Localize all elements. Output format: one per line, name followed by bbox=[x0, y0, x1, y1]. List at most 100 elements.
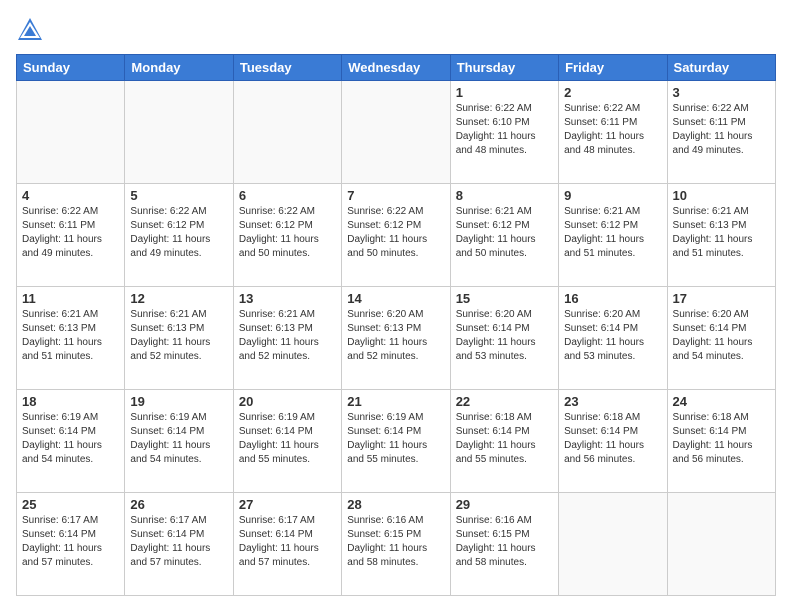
calendar-cell: 1 Sunrise: 6:22 AM Sunset: 6:10 PM Daylig… bbox=[450, 81, 558, 184]
day-number: 13 bbox=[239, 291, 336, 306]
day-header-tuesday: Tuesday bbox=[233, 55, 341, 81]
logo-icon bbox=[16, 16, 44, 44]
calendar-cell: 29Sunrise: 6:16 AM Sunset: 6:15 PM Dayli… bbox=[450, 493, 558, 596]
calendar-cell: 22 Sunrise: 6:18 AM Sunset: 6:14 PM Dayli… bbox=[450, 390, 558, 493]
day-header-friday: Friday bbox=[559, 55, 667, 81]
day-number: 29 bbox=[456, 497, 553, 512]
calendar-cell bbox=[125, 81, 233, 184]
calendar-cell: 13 Sunrise: 6:21 AM Sunset: 6:13 PM Dayli… bbox=[233, 287, 341, 390]
day-content: Sunrise: 6:17 AM Sunset: 6:14 PM Dayligh… bbox=[22, 514, 119, 570]
day-content: Sunrise: 6:22 AM Sunset: 6:11 PM Dayligh… bbox=[564, 102, 661, 158]
calendar-week-4: 18 Sunrise: 6:19 AM Sunset: 6:14 PM Dayli… bbox=[17, 390, 776, 493]
day-content: Sunrise: 6:19 AM Sunset: 6:14 PM Dayligh… bbox=[22, 411, 119, 467]
calendar-header: SundayMondayTuesdayWednesdayThursdayFrid… bbox=[17, 55, 776, 81]
day-number: 7 bbox=[347, 188, 444, 203]
day-number: 16 bbox=[564, 291, 661, 306]
day-content: Sunrise: 6:20 AM Sunset: 6:13 PM Dayligh… bbox=[347, 308, 444, 364]
calendar-cell: 5 Sunrise: 6:22 AM Sunset: 6:12 PM Daylig… bbox=[125, 184, 233, 287]
calendar-cell: 15 Sunrise: 6:20 AM Sunset: 6:14 PM Dayli… bbox=[450, 287, 558, 390]
day-number: 14 bbox=[347, 291, 444, 306]
calendar-cell: 25 Sunrise: 6:17 AM Sunset: 6:14 PM Dayli… bbox=[17, 493, 125, 596]
day-number: 20 bbox=[239, 394, 336, 409]
calendar-cell: 3 Sunrise: 6:22 AM Sunset: 6:11 PM Daylig… bbox=[667, 81, 775, 184]
day-header-thursday: Thursday bbox=[450, 55, 558, 81]
day-number: 2 bbox=[564, 85, 661, 100]
calendar-cell: 21 Sunrise: 6:19 AM Sunset: 6:14 PM Dayli… bbox=[342, 390, 450, 493]
day-content: Sunrise: 6:16 AM Sunset: 6:15 PM Dayligh… bbox=[347, 514, 444, 570]
calendar-body: 1 Sunrise: 6:22 AM Sunset: 6:10 PM Daylig… bbox=[17, 81, 776, 596]
day-number: 3 bbox=[673, 85, 770, 100]
day-number: 8 bbox=[456, 188, 553, 203]
calendar-cell: 6Sunrise: 6:22 AM Sunset: 6:12 PM Daylig… bbox=[233, 184, 341, 287]
day-content: Sunrise: 6:21 AM Sunset: 6:13 PM Dayligh… bbox=[22, 308, 119, 364]
calendar-cell: 2 Sunrise: 6:22 AM Sunset: 6:11 PM Daylig… bbox=[559, 81, 667, 184]
calendar-cell: 14 Sunrise: 6:20 AM Sunset: 6:13 PM Dayli… bbox=[342, 287, 450, 390]
logo bbox=[16, 16, 48, 44]
day-content: Sunrise: 6:22 AM Sunset: 6:12 PM Dayligh… bbox=[347, 205, 444, 261]
day-header-saturday: Saturday bbox=[667, 55, 775, 81]
day-number: 17 bbox=[673, 291, 770, 306]
day-header-sunday: Sunday bbox=[17, 55, 125, 81]
calendar-week-3: 11 Sunrise: 6:21 AM Sunset: 6:13 PM Dayli… bbox=[17, 287, 776, 390]
day-content: Sunrise: 6:21 AM Sunset: 6:12 PM Dayligh… bbox=[456, 205, 553, 261]
day-content: Sunrise: 6:20 AM Sunset: 6:14 PM Dayligh… bbox=[564, 308, 661, 364]
day-content: Sunrise: 6:18 AM Sunset: 6:14 PM Dayligh… bbox=[456, 411, 553, 467]
calendar-cell: 16 Sunrise: 6:20 AM Sunset: 6:14 PM Dayli… bbox=[559, 287, 667, 390]
day-number: 6 bbox=[239, 188, 336, 203]
day-number: 5 bbox=[130, 188, 227, 203]
calendar-week-5: 25 Sunrise: 6:17 AM Sunset: 6:14 PM Dayli… bbox=[17, 493, 776, 596]
calendar-cell: 24 Sunrise: 6:18 AM Sunset: 6:14 PM Dayli… bbox=[667, 390, 775, 493]
day-content: Sunrise: 6:17 AM Sunset: 6:14 PM Dayligh… bbox=[130, 514, 227, 570]
day-number: 27 bbox=[239, 497, 336, 512]
day-content: Sunrise: 6:21 AM Sunset: 6:13 PM Dayligh… bbox=[130, 308, 227, 364]
day-content: Sunrise: 6:22 AM Sunset: 6:12 PM Dayligh… bbox=[130, 205, 227, 261]
calendar-cell: 26 Sunrise: 6:17 AM Sunset: 6:14 PM Dayli… bbox=[125, 493, 233, 596]
calendar-cell: 28Sunrise: 6:16 AM Sunset: 6:15 PM Dayli… bbox=[342, 493, 450, 596]
day-content: Sunrise: 6:18 AM Sunset: 6:14 PM Dayligh… bbox=[673, 411, 770, 467]
calendar-cell: 4Sunrise: 6:22 AM Sunset: 6:11 PM Daylig… bbox=[17, 184, 125, 287]
calendar-cell: 9Sunrise: 6:21 AM Sunset: 6:12 PM Daylig… bbox=[559, 184, 667, 287]
day-number: 26 bbox=[130, 497, 227, 512]
page: SundayMondayTuesdayWednesdayThursdayFrid… bbox=[0, 0, 792, 612]
day-number: 10 bbox=[673, 188, 770, 203]
day-content: Sunrise: 6:21 AM Sunset: 6:13 PM Dayligh… bbox=[673, 205, 770, 261]
day-number: 21 bbox=[347, 394, 444, 409]
day-content: Sunrise: 6:22 AM Sunset: 6:11 PM Dayligh… bbox=[673, 102, 770, 158]
calendar-week-2: 4Sunrise: 6:22 AM Sunset: 6:11 PM Daylig… bbox=[17, 184, 776, 287]
calendar-cell: 12 Sunrise: 6:21 AM Sunset: 6:13 PM Dayli… bbox=[125, 287, 233, 390]
header bbox=[16, 16, 776, 44]
day-content: Sunrise: 6:20 AM Sunset: 6:14 PM Dayligh… bbox=[456, 308, 553, 364]
day-number: 12 bbox=[130, 291, 227, 306]
day-content: Sunrise: 6:19 AM Sunset: 6:14 PM Dayligh… bbox=[130, 411, 227, 467]
day-content: Sunrise: 6:22 AM Sunset: 6:10 PM Dayligh… bbox=[456, 102, 553, 158]
calendar-cell: 19Sunrise: 6:19 AM Sunset: 6:14 PM Dayli… bbox=[125, 390, 233, 493]
calendar-cell: 20Sunrise: 6:19 AM Sunset: 6:14 PM Dayli… bbox=[233, 390, 341, 493]
day-number: 1 bbox=[456, 85, 553, 100]
calendar-cell: 27Sunrise: 6:17 AM Sunset: 6:14 PM Dayli… bbox=[233, 493, 341, 596]
calendar-cell bbox=[17, 81, 125, 184]
calendar-cell: 18 Sunrise: 6:19 AM Sunset: 6:14 PM Dayli… bbox=[17, 390, 125, 493]
calendar-cell: 7 Sunrise: 6:22 AM Sunset: 6:12 PM Daylig… bbox=[342, 184, 450, 287]
calendar-cell: 8 Sunrise: 6:21 AM Sunset: 6:12 PM Daylig… bbox=[450, 184, 558, 287]
calendar-week-1: 1 Sunrise: 6:22 AM Sunset: 6:10 PM Daylig… bbox=[17, 81, 776, 184]
calendar-cell bbox=[342, 81, 450, 184]
day-number: 11 bbox=[22, 291, 119, 306]
day-number: 24 bbox=[673, 394, 770, 409]
day-content: Sunrise: 6:19 AM Sunset: 6:14 PM Dayligh… bbox=[347, 411, 444, 467]
day-number: 22 bbox=[456, 394, 553, 409]
day-content: Sunrise: 6:20 AM Sunset: 6:14 PM Dayligh… bbox=[673, 308, 770, 364]
day-content: Sunrise: 6:21 AM Sunset: 6:13 PM Dayligh… bbox=[239, 308, 336, 364]
calendar-cell: 23 Sunrise: 6:18 AM Sunset: 6:14 PM Dayli… bbox=[559, 390, 667, 493]
calendar-cell: 11 Sunrise: 6:21 AM Sunset: 6:13 PM Dayli… bbox=[17, 287, 125, 390]
day-number: 18 bbox=[22, 394, 119, 409]
day-number: 23 bbox=[564, 394, 661, 409]
calendar-cell: 10 Sunrise: 6:21 AM Sunset: 6:13 PM Dayli… bbox=[667, 184, 775, 287]
calendar-cell bbox=[233, 81, 341, 184]
calendar-cell bbox=[667, 493, 775, 596]
day-content: Sunrise: 6:18 AM Sunset: 6:14 PM Dayligh… bbox=[564, 411, 661, 467]
day-number: 15 bbox=[456, 291, 553, 306]
calendar-cell: 17 Sunrise: 6:20 AM Sunset: 6:14 PM Dayli… bbox=[667, 287, 775, 390]
day-number: 25 bbox=[22, 497, 119, 512]
calendar-table: SundayMondayTuesdayWednesdayThursdayFrid… bbox=[16, 54, 776, 596]
day-header-monday: Monday bbox=[125, 55, 233, 81]
